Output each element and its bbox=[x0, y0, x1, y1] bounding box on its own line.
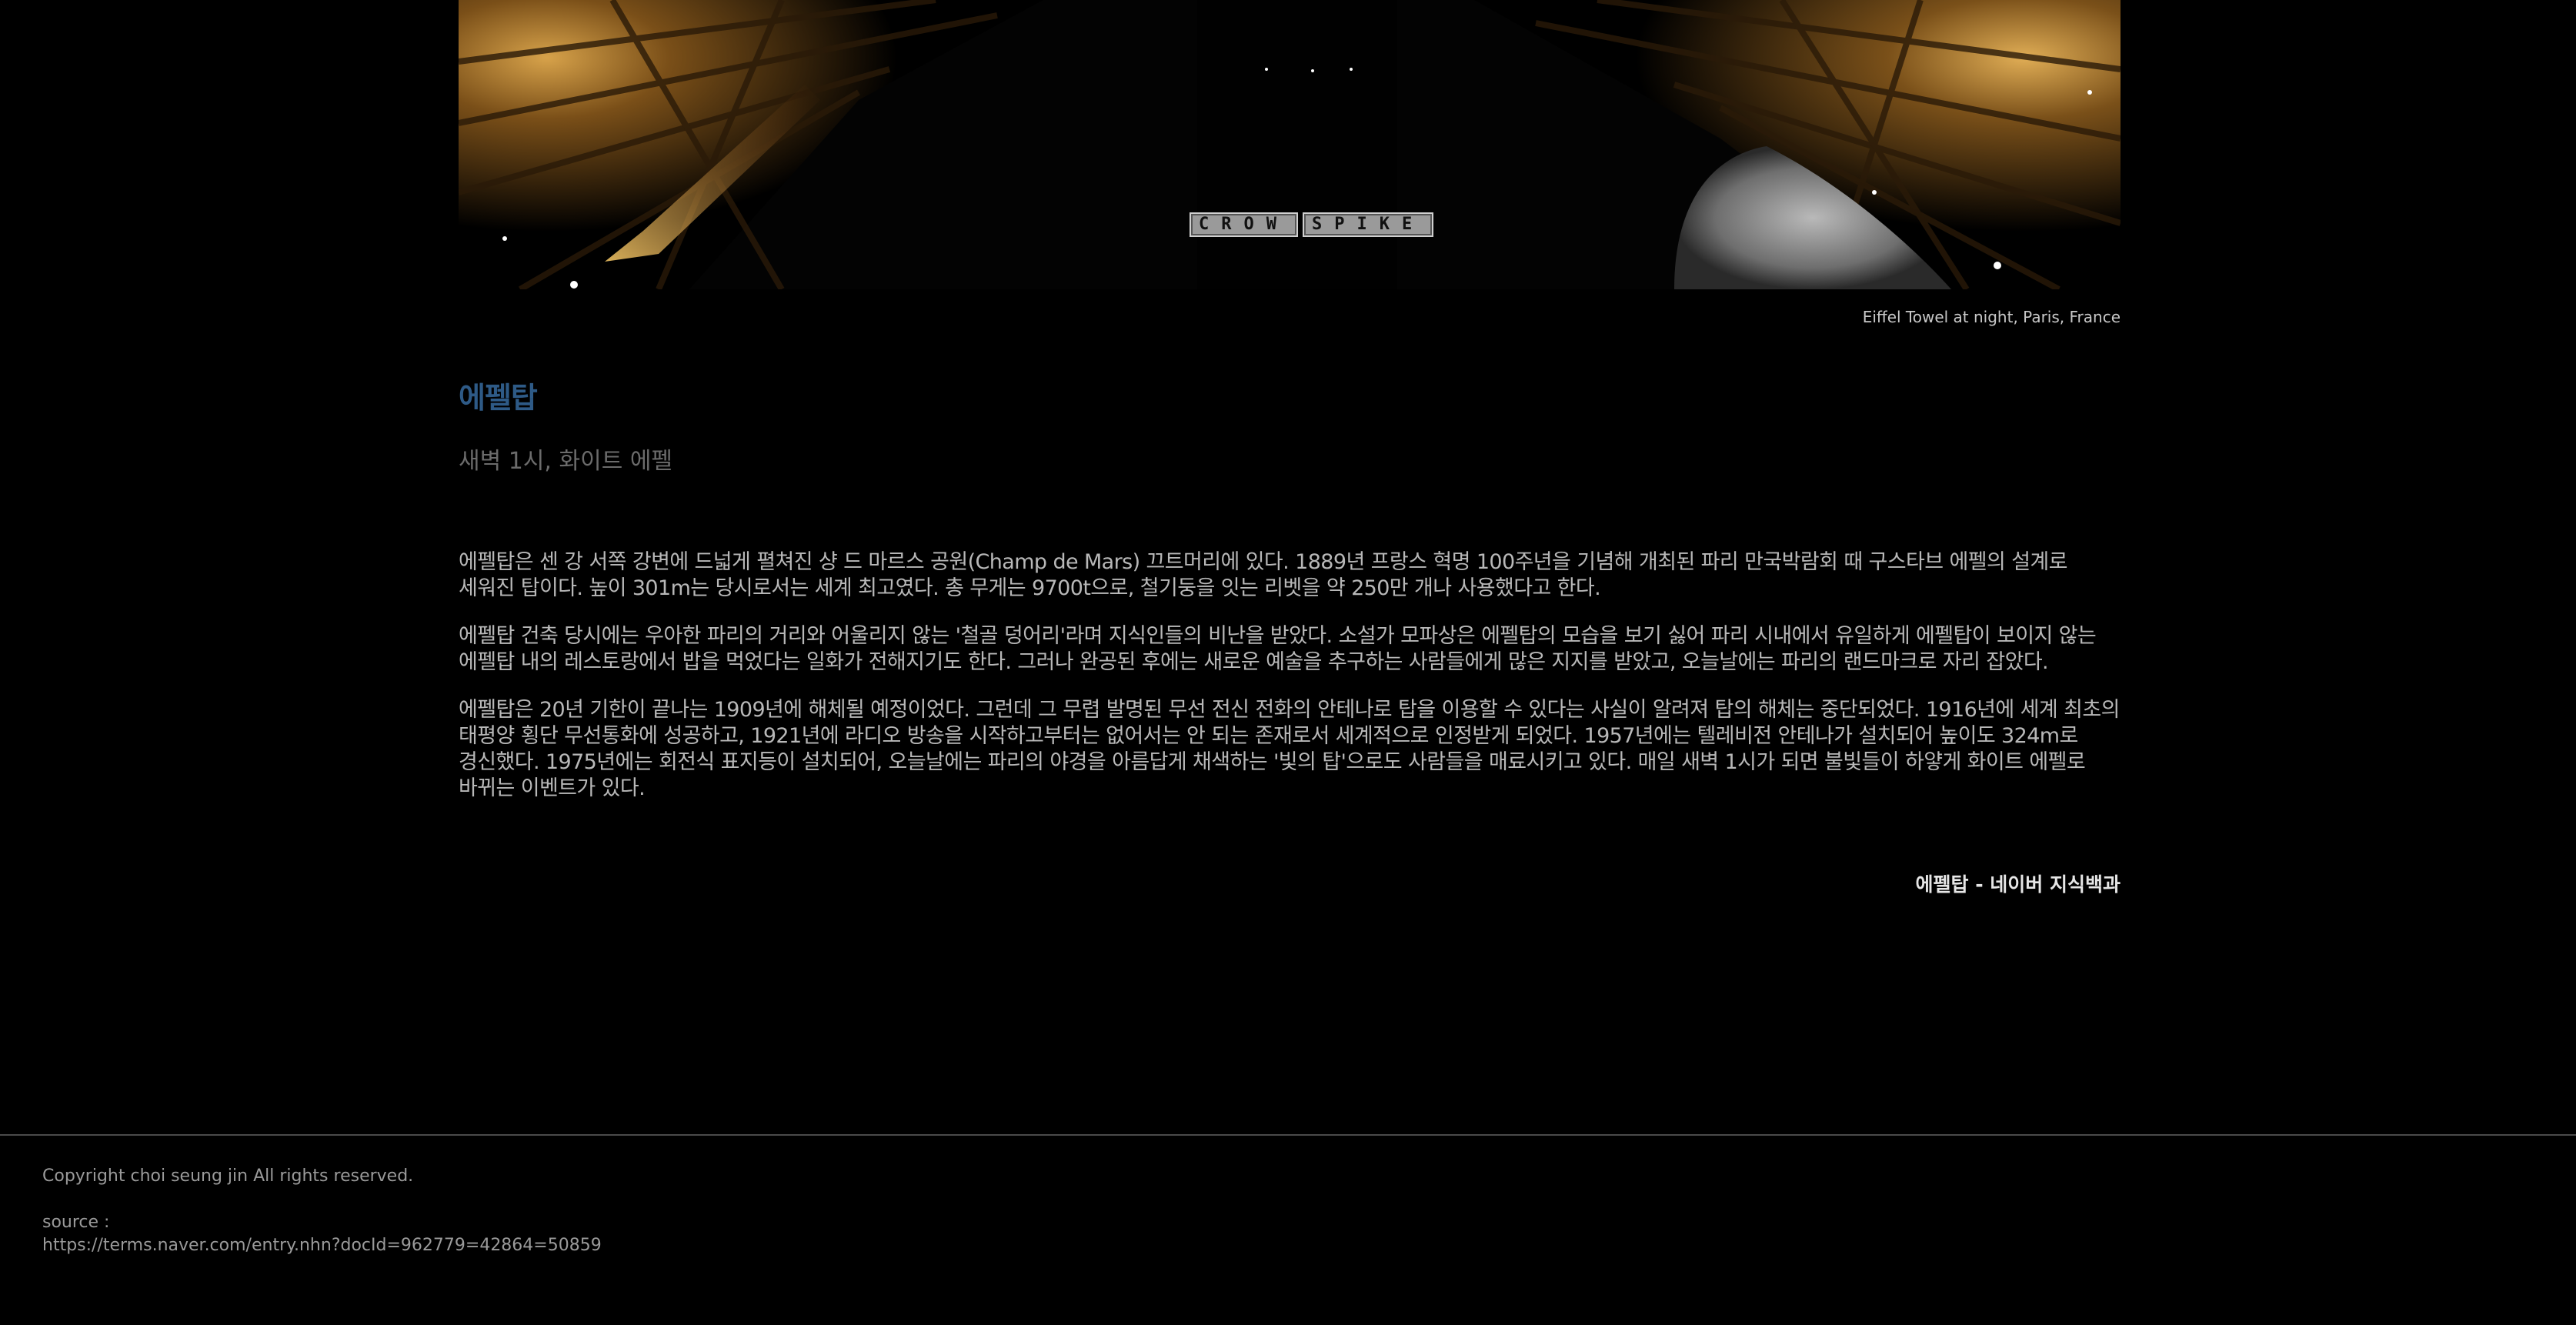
eiffel-tower-night-photo bbox=[459, 0, 2121, 289]
page-subtitle: 새벽 1시, 화이트 에펠 bbox=[459, 448, 673, 475]
footer: Copyright choi seung jin All rights rese… bbox=[0, 1134, 2576, 1325]
page-title: 에펠탑 bbox=[459, 381, 538, 415]
article-paragraph: 에펠탑은 20년 기한이 끝나는 1909년에 해체될 예정이었다. 그런데 그… bbox=[459, 698, 2120, 800]
source-url-link[interactable]: https://terms.naver.com/entry.nhn?docId=… bbox=[42, 1236, 602, 1255]
article-paragraph: 에펠탑은 센 강 서쪽 강변에 드넓게 펼쳐진 샹 드 마르스 공원(Champ… bbox=[459, 550, 2068, 600]
hero-caption: Eiffel Towel at night, Paris, France bbox=[1862, 308, 2121, 326]
naver-encyclopedia-link[interactable]: 에펠탑 - 네이버 지식백과 bbox=[1916, 869, 2121, 897]
watermark-text-left: CROW bbox=[1190, 212, 1298, 237]
hero-image: CROW SPIKE bbox=[459, 0, 2121, 289]
copyright-text: Copyright choi seung jin All rights rese… bbox=[42, 1166, 414, 1186]
article-body: 에펠탑은 센 강 서쪽 강변에 드넓게 펼쳐진 샹 드 마르스 공원(Champ… bbox=[459, 549, 2121, 823]
watermark-logo: CROW SPIKE bbox=[1190, 212, 1434, 238]
article-paragraph: 에펠탑 건축 당시에는 우아한 파리의 거리와 어울리지 않는 '철골 덩어리'… bbox=[459, 624, 2097, 674]
source-label: source : bbox=[42, 1213, 110, 1232]
watermark-text-right: SPIKE bbox=[1302, 212, 1434, 237]
